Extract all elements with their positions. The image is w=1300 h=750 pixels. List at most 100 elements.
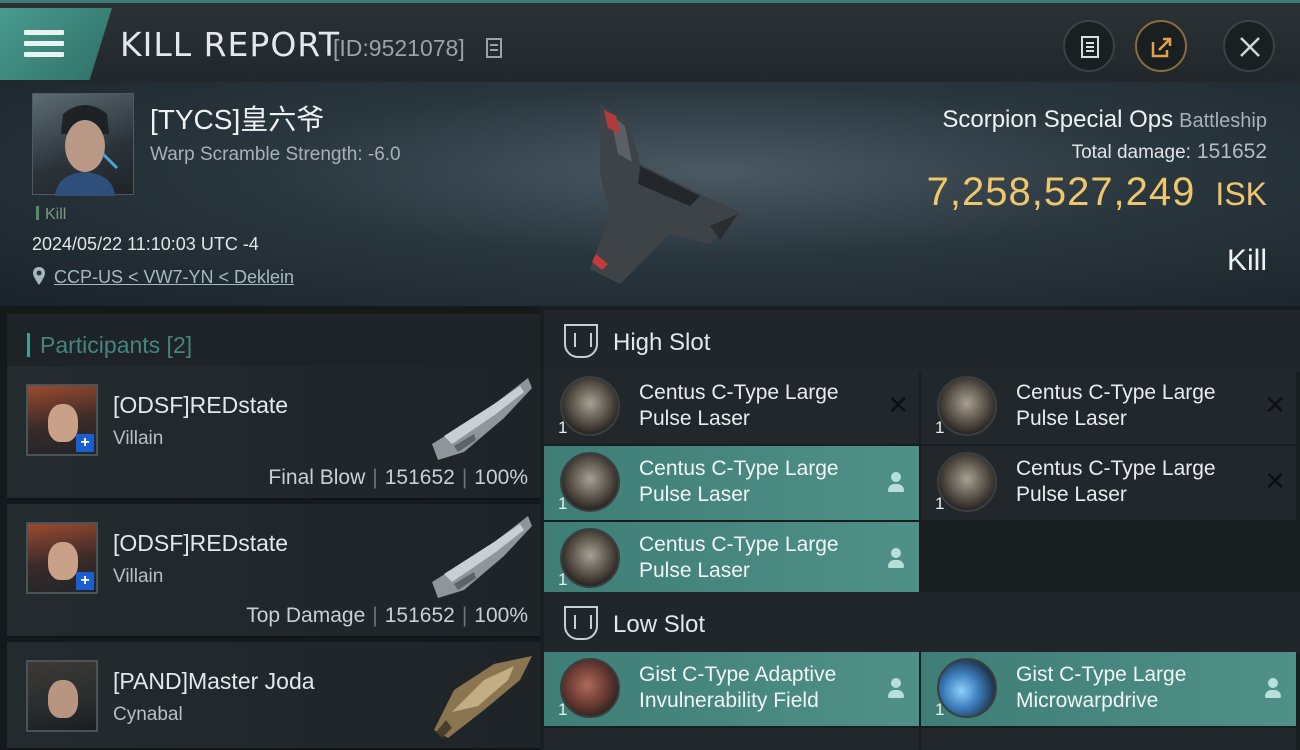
low-slot-icon	[564, 606, 598, 640]
high-slot-label: High Slot	[613, 329, 711, 356]
ship-class: Battleship	[1179, 110, 1267, 132]
module-item[interactable]: 1 Gist C-Type Adaptive Invulnerability F…	[544, 652, 919, 726]
clipboard-button[interactable]	[1063, 20, 1115, 72]
plus-badge-icon: +	[76, 572, 94, 590]
participant-damage: 151652	[384, 466, 455, 489]
warp-scramble-strength: Warp Scramble Strength: -6.0	[150, 144, 401, 165]
module-quantity: 1	[935, 700, 945, 719]
close-icon	[1240, 37, 1260, 57]
copy-icon[interactable]	[485, 37, 505, 59]
victim-name: [TYCS]皇六爷	[150, 104, 325, 135]
page-title: KILL REPORT	[120, 25, 340, 64]
participant-name: [PAND]Master Joda	[113, 668, 315, 694]
clipboard-icon	[1081, 36, 1099, 58]
module-item[interactable]: 1 Centus C-Type Large Pulse Laser ✕	[921, 370, 1296, 444]
total-damage-label: Total damage:	[1071, 142, 1191, 163]
module-quantity: 1	[935, 494, 945, 513]
dropped-person-icon	[1264, 678, 1282, 700]
destroyed-x-icon: ✕	[1264, 390, 1286, 420]
high-slot-header: High Slot	[544, 310, 1300, 372]
dropped-person-icon	[887, 472, 905, 494]
dropped-person-icon	[887, 678, 905, 700]
victim-portrait[interactable]	[32, 93, 134, 196]
participant-stats: Final Blow | 151652 | 100%	[268, 466, 528, 489]
pulse-laser-icon	[937, 376, 997, 436]
module-item[interactable]: 1 Centus C-Type Large Pulse Laser ✕	[921, 446, 1296, 520]
ship-name: Scorpion Special Ops Battleship	[942, 106, 1267, 134]
kill-location-link[interactable]: CCP-US < VW7-YN < Deklein	[54, 267, 294, 288]
participant-ship: Villain	[113, 566, 164, 587]
module-item-partial[interactable]	[921, 728, 1296, 750]
plus-badge-icon: +	[76, 434, 94, 452]
participant-avatar[interactable]: +	[26, 522, 98, 594]
participants-header: Participants [2]	[7, 314, 540, 372]
victim-header: [TYCS]皇六爷 Warp Scramble Strength: -6.0 K…	[0, 82, 1300, 306]
module-name: Centus C-Type Large Pulse Laser	[1016, 381, 1216, 430]
participant-ship: Villain	[113, 428, 164, 449]
participant-name: [ODSF]REDstate	[113, 392, 289, 418]
menu-icon	[24, 30, 64, 60]
pulse-laser-icon	[560, 528, 620, 588]
low-slot-label: Low Slot	[613, 611, 706, 638]
location-pin-icon	[33, 267, 45, 285]
share-button[interactable]	[1135, 20, 1187, 72]
participant-ship: Cynabal	[113, 704, 183, 725]
total-damage: Total damage: 151652	[1072, 140, 1267, 164]
avatar	[55, 105, 119, 196]
destroyed-x-icon: ✕	[887, 390, 909, 420]
pulse-laser-icon	[560, 376, 620, 436]
module-name: Centus C-Type Large Pulse Laser	[639, 457, 839, 506]
participant-row[interactable]: + [ODSF]REDstate Villain Final Blow | 1516…	[7, 366, 540, 500]
module-item[interactable]: 1 Centus C-Type Large Pulse Laser	[544, 446, 919, 520]
participant-percent: 100%	[474, 604, 528, 627]
low-slot-header: Low Slot	[544, 592, 1300, 654]
participant-role: Top Damage	[246, 604, 366, 627]
participant-damage: 151652	[384, 604, 455, 627]
dropped-person-icon	[887, 548, 905, 570]
close-button[interactable]	[1223, 20, 1275, 72]
module-quantity: 1	[558, 700, 568, 719]
pulse-laser-icon	[937, 452, 997, 512]
module-name: Gist C-Type Adaptive Invulnerability Fie…	[639, 663, 837, 712]
pulse-laser-icon	[560, 452, 620, 512]
participant-avatar[interactable]	[26, 660, 98, 732]
module-item[interactable]: 1 Centus C-Type Large Pulse Laser ✕	[544, 370, 919, 444]
kill-tag: Kill	[36, 206, 66, 224]
module-quantity: 1	[558, 570, 568, 589]
report-id: [ID:9521078]	[333, 35, 465, 61]
isk-value: 7,258,527,249 ISK	[927, 170, 1267, 215]
module-item[interactable]: 1 Gist C-Type Large Microwarpdrive	[921, 652, 1296, 726]
ship-type: Scorpion Special Ops	[942, 106, 1174, 133]
kill-datetime: 2024/05/22 11:10:03 UTC -4	[32, 234, 259, 254]
participants-title: Participants [2]	[27, 332, 192, 359]
result-label: Kill	[1226, 244, 1267, 277]
menu-button[interactable]	[0, 8, 112, 80]
module-quantity: 1	[935, 418, 945, 437]
participant-percent: 100%	[474, 466, 528, 489]
module-name: Centus C-Type Large Pulse Laser	[1016, 457, 1216, 506]
total-damage-value: 151652	[1196, 140, 1267, 163]
module-name: Gist C-Type Large Microwarpdrive	[1016, 663, 1187, 712]
participant-row[interactable]: + [ODSF]REDstate Villain Top Damage | 1516…	[7, 504, 540, 638]
participant-ship-image	[432, 378, 532, 460]
module-quantity: 1	[558, 418, 568, 437]
module-item[interactable]: 1 Centus C-Type Large Pulse Laser	[544, 522, 919, 596]
isk-unit: ISK	[1215, 176, 1267, 212]
ship-render-image	[590, 104, 745, 284]
isk-amount: 7,258,527,249	[926, 170, 1196, 214]
participant-ship-image	[434, 656, 532, 738]
participant-row[interactable]: [PAND]Master Joda Cynabal	[7, 642, 540, 750]
module-quantity: 1	[558, 494, 568, 513]
participant-name: [ODSF]REDstate	[113, 530, 289, 556]
invulnerability-field-icon	[560, 658, 620, 718]
share-icon	[1151, 37, 1172, 58]
participant-avatar[interactable]: +	[26, 384, 98, 456]
participant-role: Final Blow	[268, 466, 366, 489]
participants-panel: Participants [2] + [ODSF]REDstate Villai…	[0, 306, 540, 750]
participant-ship-image	[432, 516, 532, 598]
microwarpdrive-icon	[937, 658, 997, 718]
fittings-panel: High Slot 1 Centus C-Type Large Pulse La…	[540, 306, 1300, 750]
title-bar: KILL REPORT [ID:9521078]	[0, 0, 1300, 82]
module-item-partial[interactable]	[544, 728, 919, 750]
module-name: Centus C-Type Large Pulse Laser	[639, 381, 839, 430]
